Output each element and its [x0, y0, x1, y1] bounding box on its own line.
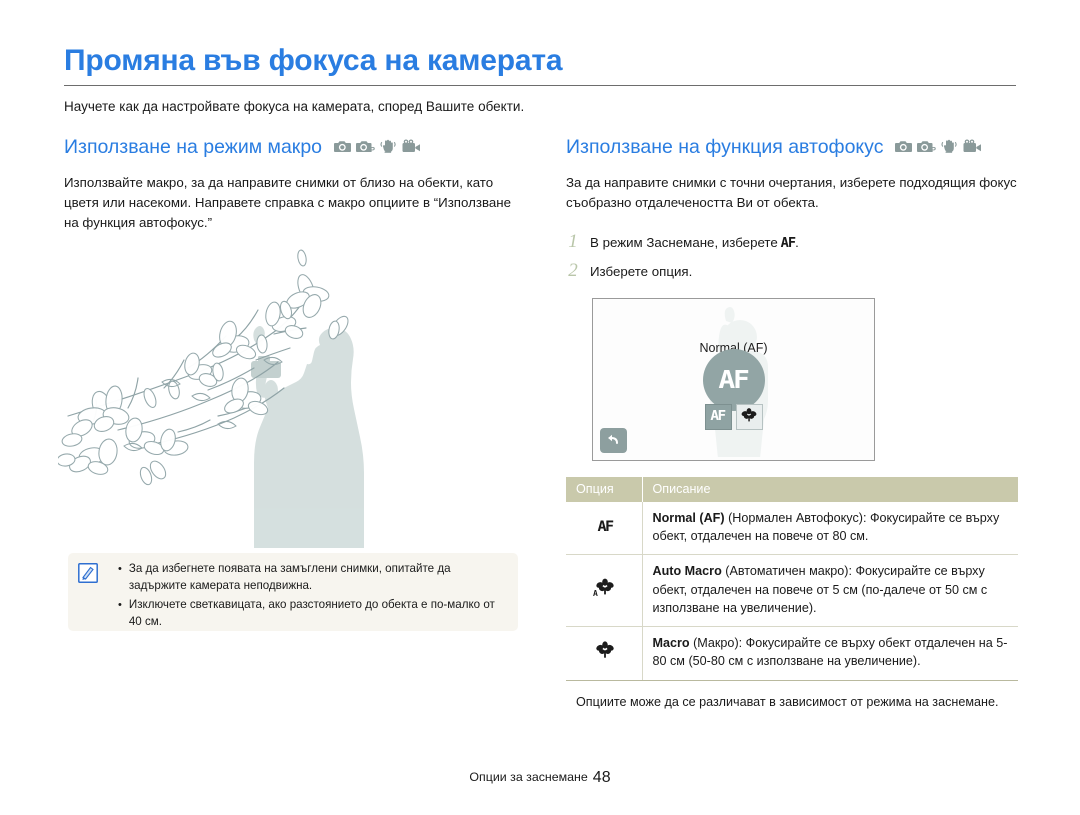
autofocus-section-title: Използване на функция автофокус [566, 136, 884, 158]
magnolia-branch-photographer-illustration [56, 248, 528, 548]
manual-page: Промяна във фокуса на камерата Научете к… [0, 0, 1080, 815]
table-row: Macro (Макро): Фокусирайте се върху обек… [566, 626, 1018, 681]
right-column: Използване на функция автофокус P За да … [566, 136, 1018, 712]
tip-note-box: • За да избегнете появата на замъглени с… [68, 553, 518, 631]
macro-icon [595, 641, 615, 662]
autofocus-section-header: Използване на функция автофокус P [566, 136, 1018, 159]
title-block: Промяна във фокуса на камерата Научете к… [64, 44, 1016, 117]
step-number: 1 [568, 231, 578, 253]
step-text-before: В режим Заснемане, изберете [590, 235, 782, 251]
svg-text:P: P [931, 145, 936, 153]
note-item-text: За да избегнете появата на замъглени сни… [128, 562, 451, 592]
description-cell: Macro (Макро): Фокусирайте се върху обек… [642, 626, 1018, 681]
step-text: Изберете опция. [590, 263, 693, 279]
camera-program-icon: P [917, 139, 936, 158]
af-icon: AF [718, 365, 750, 395]
video-camera-icon [402, 139, 421, 158]
af-icon: AF [781, 236, 796, 252]
note-pencil-icon [78, 563, 98, 583]
video-camera-icon [963, 139, 982, 158]
macro-option-button[interactable] [735, 403, 763, 430]
description-cell: Auto Macro (Автоматичен макро): Фокусира… [642, 554, 1018, 628]
table-footnote: Опциите може да се различават в зависимо… [576, 694, 999, 709]
svg-text:A: A [593, 589, 598, 597]
note-item-text: Изключете светкавицата, ако разстоянието… [128, 597, 495, 628]
steps-list: 1 В режим Заснемане, изберете AF. 2 Избе… [566, 231, 1018, 282]
note-list-item: • За да избегнете появата на замъглени с… [118, 561, 508, 595]
option-description: (Макро): Фокусирайте се върху обект отда… [652, 636, 1008, 669]
auto-macro-icon: A [593, 578, 617, 600]
mode-icons-group: P [334, 137, 421, 159]
camera-lcd-screen: Normal (AF) AF AF [592, 297, 875, 461]
camera-icon [895, 139, 913, 158]
af-mode-indicator: AF [702, 348, 765, 411]
af-icon-cell: AF [566, 501, 643, 556]
macro-section-body: Използвайте макро, за да направите снимк… [64, 175, 511, 231]
page-title: Промяна във фокуса на камерата [64, 44, 563, 77]
anti-shake-icon [941, 139, 958, 159]
af-icon: AF [597, 519, 614, 535]
mode-icons-group: P [895, 137, 982, 159]
step-text: В режим Заснемане, изберете AF. [590, 233, 799, 254]
camera-program-icon: P [356, 139, 375, 158]
page-number: 48 [592, 769, 611, 786]
left-column: Използване на режим макро P Използвайте … [64, 136, 524, 234]
autofocus-section-body: За да направите снимки с точни очертания… [566, 175, 1017, 211]
camera-screen-illustration: Normal (AF) AF AF [592, 297, 1018, 461]
note-list: • За да избегнете появата на замъглени с… [118, 561, 508, 633]
column-header-option: Опция [566, 476, 643, 502]
option-name: Normal (AF) [652, 510, 725, 525]
af-option-button[interactable]: AF [704, 403, 732, 430]
svg-text:P: P [370, 145, 375, 153]
note-list-item: • Изключете светкавицата, ако разстояние… [118, 597, 508, 631]
macro-section-title: Използване на режим макро [64, 136, 323, 158]
table-row: AF Normal (AF) (Нормален Автофокус): Фок… [566, 501, 1018, 556]
step-item: 1 В режим Заснемане, изберете AF. [566, 231, 1018, 254]
title-divider [64, 85, 1016, 86]
macro-section-header: Използване на режим макро P [64, 136, 524, 159]
description-cell: Normal (AF) (Нормален Автофокус): Фокуси… [642, 501, 1018, 556]
options-table: Опция Описание AF Normal (AF) (Нормален … [566, 476, 1018, 681]
step-item: 2 Изберете опция. [566, 260, 1018, 282]
back-button[interactable] [600, 427, 627, 453]
option-name: Macro [652, 636, 690, 651]
step-text-after: . [795, 235, 799, 251]
anti-shake-icon [380, 139, 397, 159]
lcd-option-buttons: AF [704, 403, 763, 430]
footer-label: Опции за заснемане [469, 770, 588, 784]
auto-macro-icon-cell: A [566, 554, 643, 628]
table-header-row: Опция Описание [566, 476, 1018, 502]
page-footer: Опции за заснемане 48 [0, 769, 1080, 787]
af-icon: AF [710, 409, 727, 425]
table-row: A Auto Macro (Автоматичен макро): Фокуси… [566, 554, 1018, 628]
camera-icon [334, 139, 352, 158]
intro-text: Научете как да настройвате фокуса на кам… [64, 99, 525, 114]
flower-icon [741, 407, 757, 427]
macro-icon-cell [566, 626, 643, 681]
column-header-description: Описание [642, 476, 1018, 502]
option-name: Auto Macro [652, 564, 722, 579]
step-number: 2 [568, 259, 578, 281]
bullet-icon: • [118, 598, 122, 611]
bullet-icon: • [118, 563, 122, 575]
